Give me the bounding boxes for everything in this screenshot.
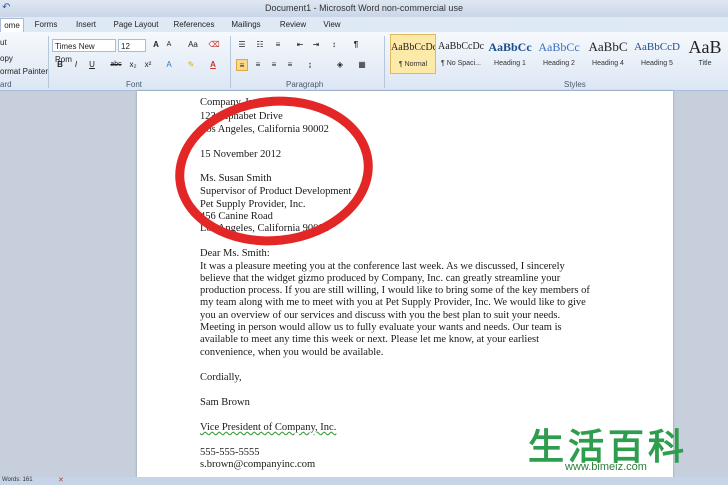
clipboard-group-label: ard bbox=[0, 80, 12, 89]
body-line: believe that the widget gizmo produced b… bbox=[200, 273, 561, 284]
divider bbox=[230, 36, 231, 88]
shrink-font-button[interactable]: A bbox=[163, 39, 175, 51]
style-heading-1[interactable]: AaBbCc Heading 1 bbox=[487, 34, 533, 74]
title-bar: ↶ Document1 - Microsoft Word non-commerc… bbox=[0, 0, 728, 17]
text-effects-icon[interactable]: A bbox=[163, 59, 175, 71]
proofing-icon[interactable]: ✕ bbox=[58, 476, 64, 484]
multilevel-list-icon[interactable]: ≡ bbox=[272, 39, 284, 51]
change-case-button[interactable]: Aa bbox=[185, 39, 201, 51]
underline-button[interactable]: U bbox=[86, 59, 98, 71]
tab-references[interactable]: References bbox=[170, 18, 218, 32]
tab-mailings[interactable]: Mailings bbox=[226, 18, 266, 32]
tab-review[interactable]: Review bbox=[275, 18, 311, 32]
font-size-select[interactable]: 12 bbox=[118, 39, 146, 52]
divider bbox=[48, 36, 49, 88]
show-marks-icon[interactable]: ¶ bbox=[350, 39, 362, 51]
tab-home[interactable]: ome bbox=[0, 18, 24, 33]
style-preview: AaBbCc bbox=[488, 40, 532, 54]
align-left-icon[interactable]: ≡ bbox=[236, 59, 248, 71]
superscript-button[interactable]: x² bbox=[142, 59, 154, 71]
clear-format-icon[interactable]: ⌫ bbox=[208, 39, 220, 51]
italic-button[interactable]: I bbox=[70, 59, 82, 71]
style-name: ¶ No Spaci... bbox=[441, 60, 481, 67]
style-heading-2[interactable]: AaBbCc Heading 2 bbox=[536, 34, 582, 74]
style-heading-4[interactable]: AaBbC Heading 4 bbox=[585, 34, 631, 74]
phone-number: 555-555-5555 bbox=[200, 447, 260, 458]
grow-font-button[interactable]: A bbox=[150, 39, 162, 51]
style-title[interactable]: AaB Title bbox=[682, 34, 728, 74]
font-color-icon[interactable]: A bbox=[207, 59, 219, 71]
style-normal[interactable]: AaBbCcDc ¶ Normal bbox=[390, 34, 436, 74]
body-line: convenience, when you would be available… bbox=[200, 347, 384, 358]
style-preview: AaBbCcD bbox=[634, 41, 680, 53]
salutation: Dear Ms. Smith: bbox=[200, 248, 270, 259]
bullets-icon[interactable]: ☰ bbox=[236, 39, 248, 51]
bold-button[interactable]: B bbox=[54, 59, 66, 71]
style-preview: AaBbCc bbox=[538, 40, 580, 54]
subscript-button[interactable]: x₂ bbox=[127, 59, 139, 71]
align-right-icon[interactable]: ≡ bbox=[268, 59, 280, 71]
increase-indent-icon[interactable]: ⇥ bbox=[310, 39, 322, 51]
style-preview: AaBbCcDc bbox=[438, 41, 484, 52]
highlight-icon[interactable]: ✎ bbox=[185, 59, 197, 71]
style-preview: AaBbC bbox=[588, 39, 628, 54]
strikethrough-button[interactable]: abc bbox=[108, 59, 124, 71]
style-name: Heading 1 bbox=[494, 60, 526, 67]
borders-icon[interactable]: ▦ bbox=[356, 59, 368, 71]
align-center-icon[interactable]: ≡ bbox=[252, 59, 264, 71]
body-line: Meeting in person would allow us to full… bbox=[200, 322, 562, 333]
window-title: Document1 - Microsoft Word non-commercia… bbox=[265, 3, 463, 13]
style-name: Heading 2 bbox=[543, 60, 575, 67]
email-address: s.brown@companyinc.com bbox=[200, 459, 316, 470]
word-count[interactable]: Words: 161 bbox=[2, 477, 33, 483]
style-no-spacing[interactable]: AaBbCcDc ¶ No Spaci... bbox=[438, 34, 484, 74]
body-line: available to meet any time this week or … bbox=[200, 334, 539, 345]
style-name: Heading 4 bbox=[592, 60, 624, 67]
font-group-label: Font bbox=[126, 80, 143, 89]
shading-icon[interactable]: ◈ bbox=[334, 59, 346, 71]
closing: Cordially, bbox=[200, 372, 242, 383]
decrease-indent-icon[interactable]: ⇤ bbox=[294, 39, 306, 51]
signature-title: Vice President of Company, Inc. bbox=[200, 422, 337, 433]
tab-view[interactable]: View bbox=[318, 18, 346, 32]
style-name: ¶ Normal bbox=[398, 61, 428, 68]
style-preview: AaB bbox=[688, 37, 722, 57]
tab-forms[interactable]: Forms bbox=[30, 18, 62, 32]
body-line: my team along with me to meet with you a… bbox=[200, 297, 586, 308]
line-spacing-icon[interactable]: ↨ bbox=[304, 59, 316, 71]
styles-group-label: Styles bbox=[564, 80, 586, 89]
watermark-url: www.bimeiz.com bbox=[565, 461, 647, 473]
format-painter-button[interactable]: ormat Painter bbox=[0, 65, 48, 78]
style-preview: AaBbCcDc bbox=[391, 42, 435, 53]
status-bar: Words: 161 ✕ bbox=[0, 477, 728, 485]
cut-button[interactable]: ut bbox=[0, 36, 7, 49]
numbering-icon[interactable]: ☷ bbox=[254, 39, 266, 51]
ribbon: ut opy ormat Painter ard Times New Rom 1… bbox=[0, 32, 728, 91]
tab-insert[interactable]: Insert bbox=[70, 18, 102, 32]
style-name: Heading 5 bbox=[641, 60, 673, 67]
sort-icon[interactable]: ↕ bbox=[328, 39, 340, 51]
style-name: Title bbox=[698, 60, 712, 67]
paragraph-group-label: Paragraph bbox=[286, 80, 324, 89]
style-heading-5[interactable]: AaBbCcD Heading 5 bbox=[634, 34, 680, 74]
body-line: production process. If you are still wil… bbox=[200, 285, 590, 296]
body-line: It was a pleasure meeting you at the con… bbox=[200, 261, 565, 272]
divider bbox=[384, 36, 385, 88]
copy-button[interactable]: opy bbox=[0, 52, 13, 65]
font-name-select[interactable]: Times New Rom bbox=[52, 39, 116, 64]
signature-name: Sam Brown bbox=[200, 397, 250, 408]
justify-icon[interactable]: ≡ bbox=[284, 59, 296, 71]
body-line: you an overview of our services and disc… bbox=[200, 310, 561, 321]
tab-page-layout[interactable]: Page Layout bbox=[110, 18, 162, 32]
ribbon-tabs: ome Forms Insert Page Layout References … bbox=[0, 17, 728, 33]
